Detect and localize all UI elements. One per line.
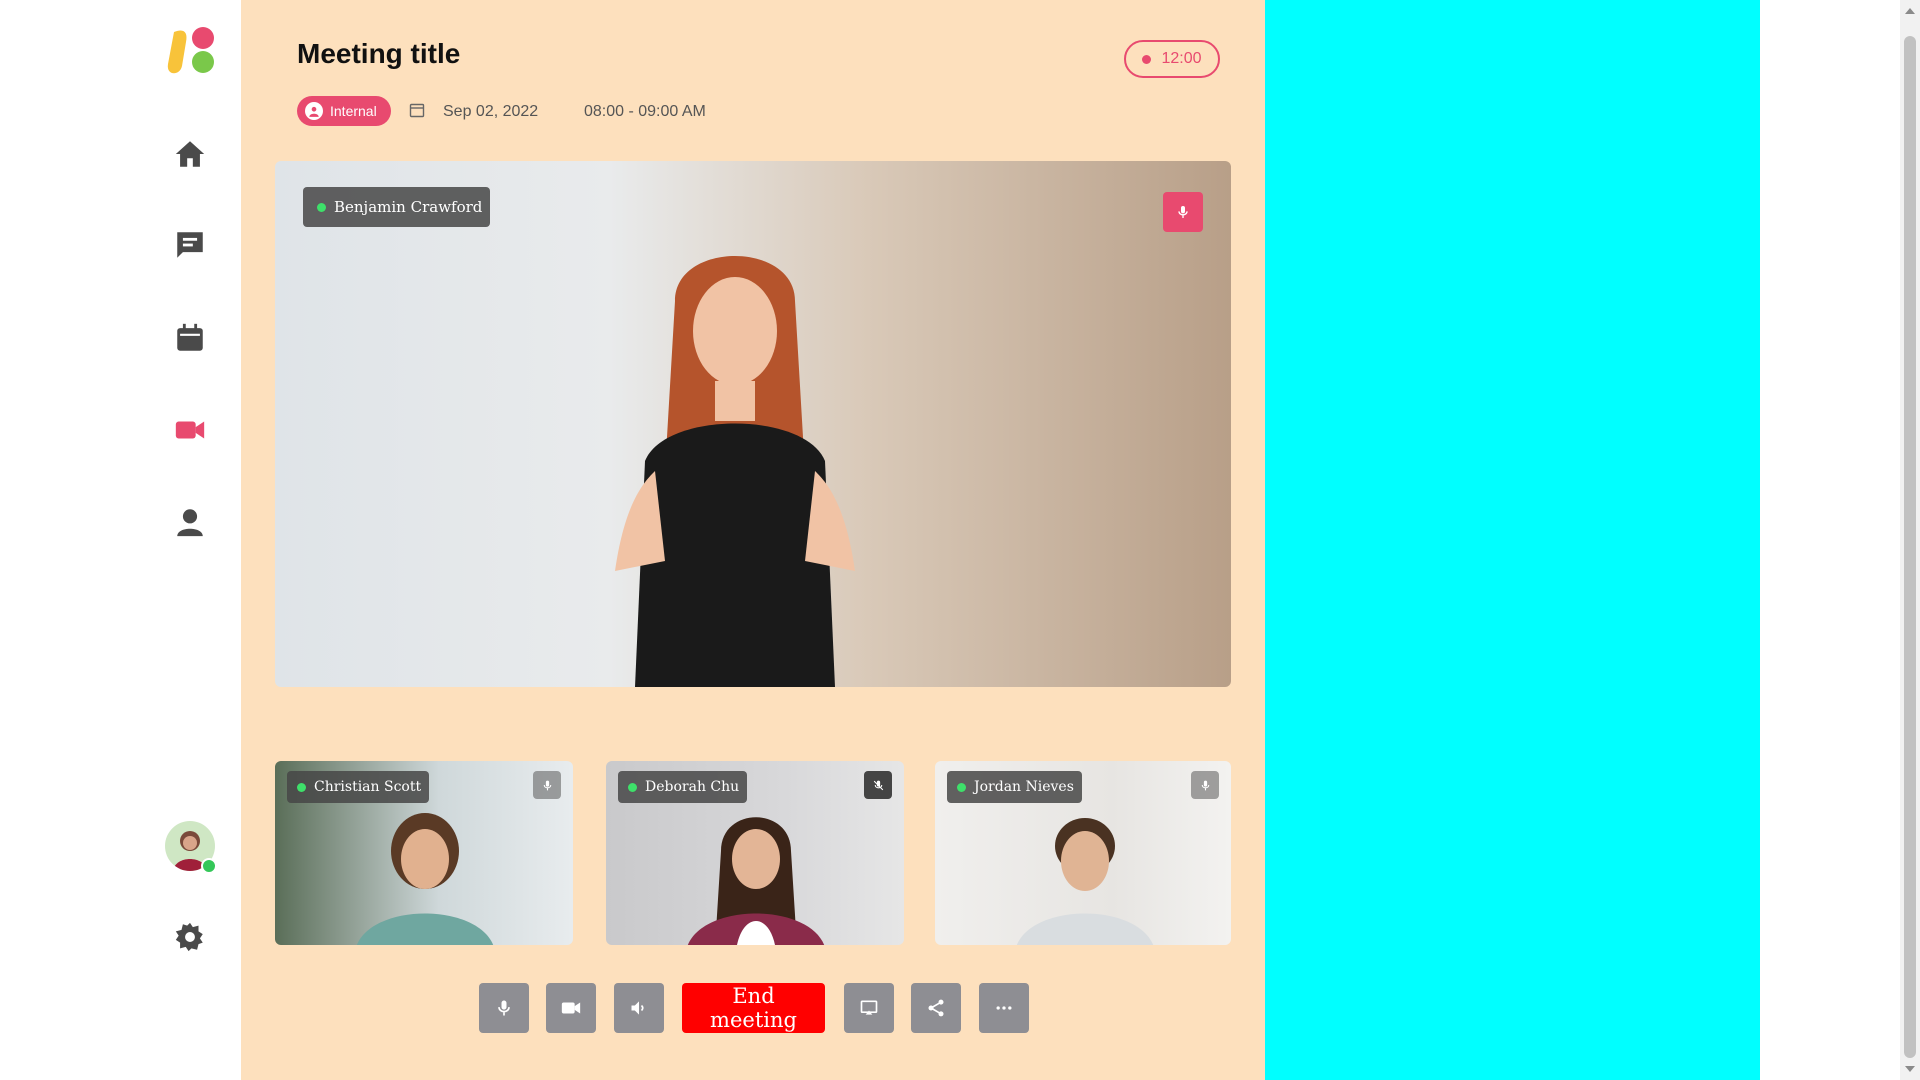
calendar-outline-icon: [409, 103, 425, 118]
meeting-date: Sep 02, 2022: [443, 103, 539, 120]
camera-icon: [561, 1002, 581, 1014]
microphone-icon: [1178, 206, 1188, 218]
speaker-mic-indicator[interactable]: [1163, 192, 1203, 232]
participant-name: Christian Scott: [314, 779, 422, 795]
scroll-down-arrow-icon[interactable]: [1905, 1066, 1915, 1072]
speaker-name-tag: Benjamin Crawford: [303, 187, 491, 227]
participant-name-tag: Christian Scott: [287, 771, 430, 803]
meeting-type-badge: Internal: [297, 96, 391, 126]
mic-icon: [498, 1000, 510, 1016]
participant-tile[interactable]: Deborah Chu: [606, 761, 904, 945]
speaker-toggle-button[interactable]: [614, 983, 664, 1033]
nav-chat[interactable]: [170, 225, 210, 265]
camera-toggle-button[interactable]: [546, 983, 596, 1033]
timer-text: 12:00: [1161, 50, 1202, 67]
app-logo: [167, 27, 214, 74]
online-status-dot: [201, 858, 217, 874]
chat-icon: [177, 232, 203, 258]
microphone-icon: [1201, 780, 1209, 790]
speaker-icon: [631, 1001, 644, 1015]
page-scrollbar[interactable]: [1900, 0, 1920, 1080]
more-options-button[interactable]: [979, 983, 1029, 1033]
badge-label: Internal: [330, 103, 377, 119]
screen-share-button[interactable]: [844, 983, 894, 1033]
speaker-name: Benjamin Crawford: [334, 198, 483, 216]
video-icon: [175, 421, 205, 439]
user-icon: [177, 509, 203, 537]
home-icon: [175, 141, 205, 167]
participant-video-image: [1017, 818, 1153, 945]
participant-mic-indicator[interactable]: [533, 771, 561, 799]
participant-tile[interactable]: Christian Scott: [275, 761, 573, 945]
share-icon: [928, 999, 944, 1017]
participant-video-image: [357, 813, 493, 945]
nav-profile[interactable]: [170, 502, 210, 542]
share-button[interactable]: [911, 983, 961, 1033]
participant-name: Deborah Chu: [645, 779, 740, 795]
mic-toggle-button[interactable]: [479, 983, 529, 1033]
recording-timer[interactable]: 12:00: [1124, 40, 1220, 78]
more-icon: [996, 1006, 1012, 1010]
record-dot-icon: [1142, 54, 1152, 64]
calendar-icon: [177, 323, 203, 351]
meeting-time: 08:00 - 09:00 AM: [584, 103, 706, 120]
participant-name-tag: Jordan Nieves: [947, 771, 1082, 803]
speaker-video-image: [615, 256, 855, 687]
sidebar: [0, 0, 241, 1080]
meeting-panel: Meeting title 12:00 Internal Sep 02, 202…: [241, 0, 1265, 1080]
participant-mic-indicator[interactable]: [1191, 771, 1219, 799]
microphone-muted-icon: [873, 780, 883, 790]
scroll-up-arrow-icon[interactable]: [1905, 8, 1915, 14]
screen-share-icon: [860, 1000, 878, 1015]
participant-name-tag: Deborah Chu: [618, 771, 748, 803]
online-dot: [957, 782, 966, 792]
user-circle-icon: [305, 102, 323, 120]
scroll-thumb[interactable]: [1904, 36, 1916, 1058]
nav-settings[interactable]: [170, 917, 210, 957]
side-panel: [1265, 0, 1760, 1080]
end-meeting-button[interactable]: End meeting: [682, 983, 825, 1033]
main-video-tile[interactable]: Benjamin Crawford: [275, 161, 1231, 687]
online-dot: [297, 782, 306, 792]
online-dot: [628, 782, 637, 792]
participant-name: Jordan Nieves: [974, 779, 1074, 795]
participant-mic-muted-indicator[interactable]: [864, 771, 892, 799]
microphone-icon: [543, 780, 551, 790]
nav-calendar[interactable]: [170, 318, 210, 358]
meeting-title: Meeting title: [297, 38, 461, 69]
nav-video[interactable]: [170, 410, 210, 450]
online-dot: [317, 202, 326, 212]
participant-tile[interactable]: Jordan Nieves: [935, 761, 1231, 945]
participant-video-image: [688, 817, 824, 945]
gear-icon: [175, 922, 203, 952]
nav-home[interactable]: [170, 134, 210, 174]
